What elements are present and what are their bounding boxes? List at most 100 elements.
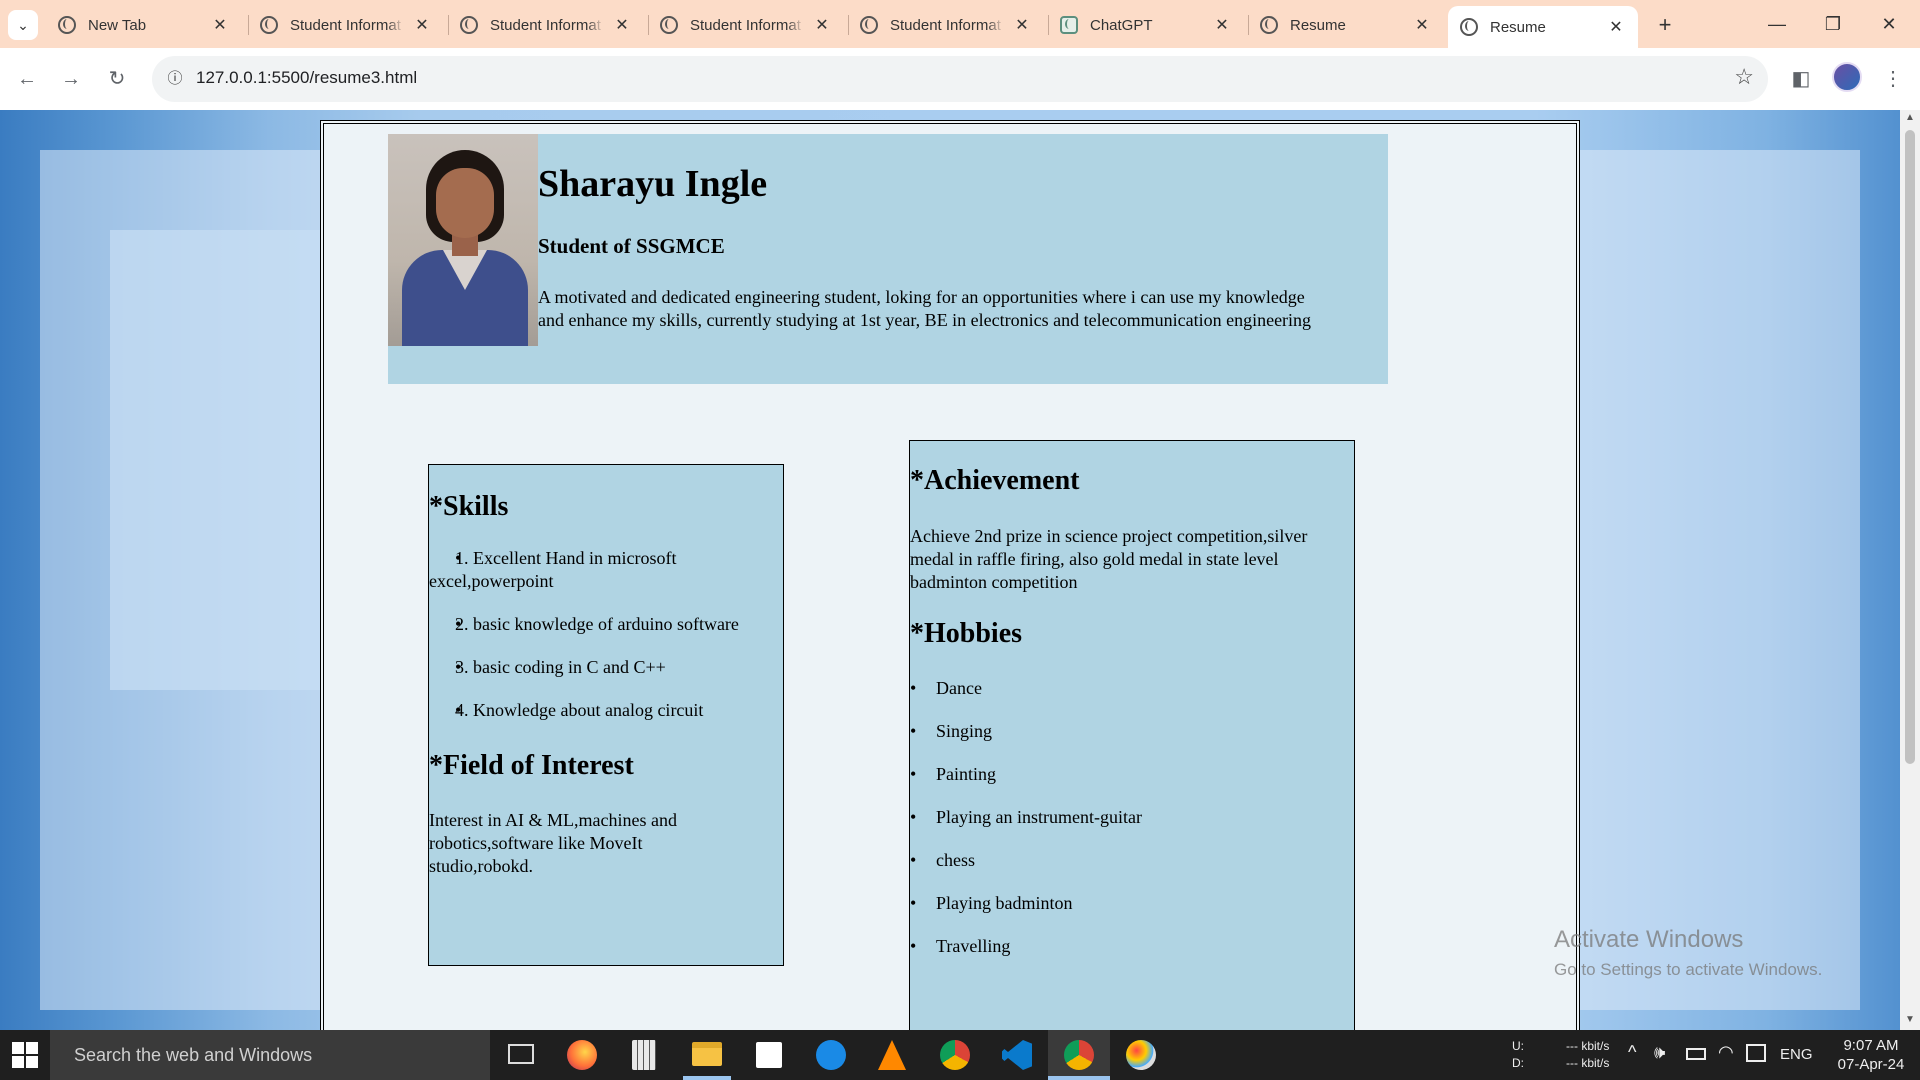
- scroll-up-arrow-icon[interactable]: ▲: [1905, 112, 1915, 123]
- paint-icon[interactable]: [1126, 1040, 1156, 1070]
- close-icon[interactable]: ✕: [1212, 15, 1232, 35]
- scroll-thumb[interactable]: [1905, 130, 1915, 764]
- minimize-icon[interactable]: —: [1752, 6, 1802, 42]
- scroll-down-arrow-icon[interactable]: ▼: [1905, 1014, 1915, 1025]
- profile-photo: [388, 134, 538, 346]
- hobby-item: Playing badminton: [910, 892, 1330, 915]
- skills-heading: *Skills: [429, 491, 509, 522]
- vscode-icon[interactable]: [1002, 1040, 1032, 1070]
- menu-dots-icon[interactable]: ⋮: [1876, 62, 1910, 96]
- side-panel-icon[interactable]: ◧: [1784, 62, 1818, 96]
- address-bar[interactable]: ⓘ 127.0.0.1:5500/resume3.html ☆: [152, 56, 1768, 102]
- chatgpt-icon: [1060, 16, 1078, 34]
- close-icon[interactable]: ✕: [1412, 15, 1432, 35]
- achievement-heading: *Achievement: [910, 465, 1080, 496]
- resume-subtitle: Student of SSGMCE: [538, 234, 725, 258]
- store-icon[interactable]: [756, 1042, 782, 1068]
- achievement-box: *Achievement Achieve 2nd prize in scienc…: [909, 440, 1355, 1030]
- tab-label: Student Informat: [490, 16, 601, 34]
- hobbies-heading: *Hobbies: [910, 618, 1023, 649]
- taskbar-search-placeholder: Search the web and Windows: [74, 1045, 313, 1065]
- net-meter-values: --- kbit/s --- kbit/s: [1566, 1038, 1666, 1074]
- task-view-icon[interactable]: [508, 1044, 534, 1064]
- tab-chatgpt[interactable]: ChatGPT ✕: [1048, 6, 1244, 44]
- close-icon[interactable]: ✕: [1012, 15, 1032, 35]
- resume-summary: A motivated and dedicated engineering st…: [538, 287, 1312, 330]
- site-info-icon[interactable]: ⓘ: [160, 64, 190, 94]
- back-arrow-icon[interactable]: ←: [10, 62, 44, 96]
- windows-start-icon[interactable]: [12, 1042, 38, 1068]
- reload-icon[interactable]: ↻: [100, 62, 134, 96]
- new-tab-plus-icon[interactable]: +: [1650, 10, 1680, 40]
- tab-label: Student Informat: [290, 16, 401, 34]
- tab-new-tab[interactable]: New Tab ✕: [46, 6, 242, 44]
- close-icon[interactable]: ✕: [412, 15, 432, 35]
- navigation-bar: ← → ↻ ⓘ 127.0.0.1:5500/resume3.html ☆ ◧ …: [0, 48, 1920, 110]
- calculator-icon[interactable]: [632, 1040, 656, 1070]
- hobbies-list: Dance Singing Painting Playing an instru…: [910, 677, 1330, 958]
- hobby-item: Playing an instrument-guitar: [910, 806, 1330, 829]
- url-text[interactable]: 127.0.0.1:5500/resume3.html: [196, 68, 417, 88]
- globe-icon: [860, 16, 878, 34]
- battery-icon[interactable]: [1686, 1048, 1706, 1060]
- profile-avatar[interactable]: [1832, 62, 1862, 92]
- tab-student-info-2[interactable]: Student Informat ✕: [448, 6, 644, 44]
- file-explorer-active-bar: [683, 1076, 731, 1080]
- clock-time: 9:07 AM: [1843, 1037, 1899, 1054]
- globe-icon: [260, 16, 278, 34]
- skill-item: 1. Excellent Hand in microsoft excel,pow…: [429, 547, 775, 593]
- resume-page: Sharayu Ingle Student of SSGMCE A motiva…: [320, 120, 1580, 1030]
- tab-resume-1[interactable]: Resume ✕: [1248, 6, 1444, 44]
- achievement-text: Achieve 2nd prize in science project com…: [910, 526, 1308, 592]
- tab-label: Resume: [1290, 16, 1346, 34]
- language-indicator[interactable]: ENG: [1780, 1046, 1813, 1063]
- firefox-icon[interactable]: [567, 1040, 597, 1070]
- hobby-item: chess: [910, 849, 1330, 872]
- skill-item: 3. basic coding in C and C++: [429, 656, 775, 679]
- close-icon[interactable]: ✕: [812, 15, 832, 35]
- wifi-icon[interactable]: ◠: [1718, 1042, 1734, 1063]
- net-up-value: --- kbit/s: [1566, 1039, 1610, 1053]
- vertical-scrollbar[interactable]: ▲ ▼: [1900, 110, 1920, 1030]
- skill-item: 4. Knowledge about analog circuit: [429, 699, 775, 722]
- tab-resume-active[interactable]: Resume ✕: [1448, 6, 1638, 48]
- window-close-icon[interactable]: ✕: [1864, 6, 1914, 42]
- tab-label: New Tab: [88, 16, 147, 34]
- edge-icon[interactable]: [816, 1040, 846, 1070]
- resume-name: Sharayu Ingle: [538, 163, 768, 205]
- close-icon[interactable]: ✕: [1606, 17, 1626, 37]
- hobby-item: Painting: [910, 763, 1330, 786]
- tab-student-info-1[interactable]: Student Informat ✕: [248, 6, 444, 44]
- interest-heading: *Field of Interest: [429, 750, 634, 781]
- net-up-label: U:: [1512, 1039, 1524, 1053]
- forward-arrow-icon[interactable]: →: [54, 62, 88, 96]
- tab-label: Student Informat: [690, 16, 801, 34]
- restore-icon[interactable]: ❐: [1808, 6, 1858, 42]
- vlc-icon[interactable]: [878, 1040, 906, 1070]
- watermark-subtitle: Go to Settings to activate Windows.: [1554, 960, 1823, 979]
- hobby-item: Dance: [910, 677, 1330, 700]
- notifications-icon[interactable]: [1746, 1044, 1766, 1062]
- close-icon[interactable]: ✕: [612, 15, 632, 35]
- tab-search-chevron-icon[interactable]: ⌄: [8, 10, 38, 40]
- chrome-active-icon[interactable]: [1064, 1040, 1094, 1070]
- volume-icon[interactable]: 🕪: [1654, 1042, 1665, 1063]
- close-icon[interactable]: ✕: [210, 15, 230, 35]
- taskbar-search-box[interactable]: Search the web and Windows: [50, 1030, 490, 1080]
- bookmark-star-icon[interactable]: ☆: [1734, 64, 1754, 90]
- chrome-icon[interactable]: [940, 1040, 970, 1070]
- net-down-value: --- kbit/s: [1566, 1056, 1610, 1070]
- activate-windows-watermark: Activate Windows Go to Settings to activ…: [1554, 926, 1822, 980]
- file-explorer-icon[interactable]: [692, 1042, 722, 1066]
- tab-student-info-3[interactable]: Student Informat ✕: [648, 6, 844, 44]
- resume-header: Sharayu Ingle Student of SSGMCE A motiva…: [388, 134, 1388, 384]
- skills-box: *Skills 1. Excellent Hand in microsoft e…: [428, 464, 784, 966]
- clock[interactable]: 9:07 AM 07-Apr-24: [1826, 1036, 1916, 1074]
- tab-student-info-4[interactable]: Student Informat ✕: [848, 6, 1044, 44]
- chevron-up-icon[interactable]: ^: [1628, 1042, 1636, 1063]
- globe-icon: [660, 16, 678, 34]
- background-panel-blur: [110, 230, 350, 690]
- skills-list: 1. Excellent Hand in microsoft excel,pow…: [429, 547, 775, 722]
- clock-date: 07-Apr-24: [1837, 1056, 1905, 1073]
- skill-item: 2. basic knowledge of arduino software: [429, 613, 775, 636]
